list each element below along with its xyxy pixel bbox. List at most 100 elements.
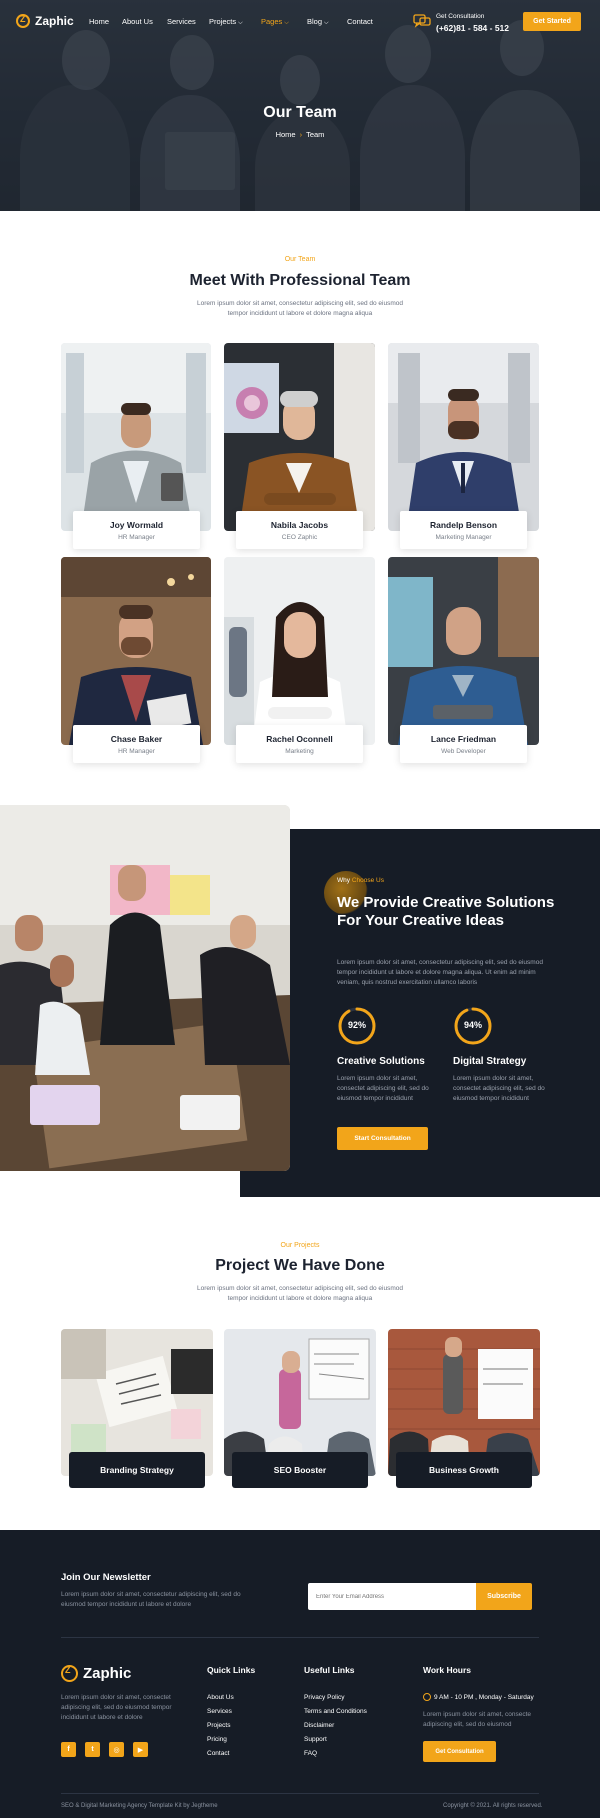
footer-link-support[interactable]: Support bbox=[304, 1736, 327, 1743]
subscribe-button[interactable]: Subscribe bbox=[476, 1583, 532, 1610]
work-hours-title: Work Hours bbox=[423, 1665, 472, 1675]
clock-icon bbox=[423, 1693, 431, 1701]
team-photo-randelp[interactable] bbox=[388, 343, 539, 531]
footer-link-services[interactable]: Services bbox=[207, 1708, 232, 1715]
nav-label: Home bbox=[89, 17, 110, 26]
footer-link-terms[interactable]: Terms and Conditions bbox=[304, 1708, 367, 1715]
eyebrow-a: Why bbox=[337, 877, 350, 884]
newsletter-line: eiusmod tempor incididunt ut labore et d… bbox=[61, 1601, 192, 1608]
footer-copyright: Copyright © 2021. All rights reserved. bbox=[443, 1803, 543, 1809]
team-card-chase: Chase Baker HR Manager bbox=[73, 725, 200, 763]
consult-phone[interactable]: (+62)81 - 584 - 512 bbox=[436, 23, 509, 33]
facebook-icon[interactable]: f bbox=[61, 1742, 76, 1757]
footer-consultation-button[interactable]: Get Consultation bbox=[423, 1741, 496, 1762]
footer-link-contact[interactable]: Contact bbox=[207, 1750, 229, 1757]
about-line: incididunt ut labore et dolore bbox=[61, 1714, 143, 1721]
footer-link-pricing[interactable]: Pricing bbox=[207, 1736, 227, 1743]
eyebrow-b: Choose Us bbox=[351, 877, 384, 884]
brand-logo[interactable]: Zaphic bbox=[16, 14, 74, 28]
quick-links-title: Quick Links bbox=[207, 1665, 256, 1675]
progress-value: 92% bbox=[347, 1020, 366, 1030]
member-role: CEO Zaphic bbox=[281, 534, 318, 541]
footer-link-disclaimer[interactable]: Disclaimer bbox=[304, 1722, 334, 1729]
about-line: adipiscing elit, sed do eiusmod tempor bbox=[61, 1704, 172, 1711]
team-card-joy: Joy Wormald HR Manager bbox=[73, 511, 200, 549]
nav-item-services[interactable]: Services bbox=[167, 17, 196, 26]
team-card-rachel: Rachel Oconnell Marketing bbox=[236, 725, 363, 763]
project-label-branding[interactable]: Branding Strategy bbox=[69, 1452, 205, 1488]
project-label-seo[interactable]: SEO Booster bbox=[232, 1452, 368, 1488]
newsletter-text: Lorem ipsum dolor sit amet, consectetur … bbox=[61, 1590, 261, 1610]
lead-line: Lorem ipsum dolor sit amet, consectetur … bbox=[197, 300, 403, 307]
member-name: Lance Friedman bbox=[430, 734, 497, 744]
about-line: Lorem ipsum dolor sit amet, consectet bbox=[61, 1694, 171, 1701]
team-eyebrow: Our Team bbox=[284, 256, 316, 263]
member-name: Chase Baker bbox=[110, 734, 163, 744]
member-role: Marketing bbox=[285, 748, 314, 755]
instagram-icon[interactable]: ◎ bbox=[109, 1742, 124, 1757]
useful-links-title: Useful Links bbox=[304, 1665, 355, 1675]
footer-divider bbox=[61, 1637, 539, 1638]
footer-link-projects[interactable]: Projects bbox=[207, 1722, 230, 1729]
newsletter-email-input[interactable] bbox=[308, 1583, 476, 1610]
get-started-button[interactable]: Get Started bbox=[523, 12, 581, 31]
work-hours: 9 AM - 10 PM , Monday - Saturday bbox=[434, 1694, 534, 1701]
footer-about: Lorem ipsum dolor sit amet, consectet ad… bbox=[61, 1693, 191, 1723]
twitter-icon[interactable]: t bbox=[85, 1742, 100, 1757]
stat-text: Lorem ipsum dolor sit amet, consectet ad… bbox=[453, 1075, 545, 1102]
work-hours-text: Lorem ipsum dolor sit amet, consecte adi… bbox=[423, 1710, 543, 1730]
nav-item-projects[interactable]: Projects ⌵ bbox=[209, 17, 243, 27]
hours-line: Lorem ipsum dolor sit amet, consecte bbox=[423, 1711, 532, 1718]
footer-link-faq[interactable]: FAQ bbox=[304, 1750, 317, 1757]
projects-title: Project We Have Done bbox=[215, 1257, 385, 1274]
newsletter-line: Lorem ipsum dolor sit amet, consectetur … bbox=[61, 1591, 241, 1598]
page-title: Our Team bbox=[263, 104, 337, 121]
lead-line: tempor incididunt ut labore et dolore ma… bbox=[227, 310, 373, 317]
team-photo-chase[interactable] bbox=[61, 557, 211, 745]
why-eyebrow: Why Choose Us bbox=[337, 877, 384, 884]
team-lead: Lorem ipsum dolor sit amet, consectetur … bbox=[0, 299, 600, 319]
member-name: Nabila Jacobs bbox=[270, 520, 329, 530]
member-role: HR Manager bbox=[118, 748, 155, 755]
breadcrumb-home[interactable]: Home bbox=[276, 130, 296, 139]
nav-label: About Us bbox=[122, 17, 153, 26]
nav-item-contact[interactable]: Contact bbox=[347, 17, 373, 26]
footer-logo[interactable]: Zaphic bbox=[61, 1665, 131, 1682]
logo-icon bbox=[16, 14, 30, 28]
chevron-down-icon: ⌵ bbox=[284, 20, 289, 26]
youtube-icon[interactable]: ▶ bbox=[133, 1742, 148, 1757]
nav-label: Pages bbox=[261, 17, 283, 26]
nav-label: Projects bbox=[209, 17, 237, 26]
project-label-growth[interactable]: Business Growth bbox=[396, 1452, 532, 1488]
footer-link-about[interactable]: About Us bbox=[207, 1694, 234, 1701]
nav-item-pages[interactable]: Pages ⌵ bbox=[261, 17, 289, 27]
progress-value: 94% bbox=[463, 1020, 482, 1030]
member-name: Joy Wormald bbox=[109, 520, 164, 530]
projects-eyebrow: Our Projects bbox=[280, 1242, 320, 1249]
nav-item-blog[interactable]: Blog ⌵ bbox=[307, 17, 329, 27]
chevron-down-icon: ⌵ bbox=[238, 20, 243, 26]
team-title: Meet With Professional Team bbox=[189, 272, 411, 289]
nav-label: Services bbox=[167, 17, 196, 26]
team-photo-lance[interactable] bbox=[388, 557, 539, 745]
stat-title: Digital Strategy bbox=[453, 1056, 527, 1067]
member-role: HR Manager bbox=[118, 534, 155, 541]
chevron-down-icon: ⌵ bbox=[324, 20, 329, 26]
consult-label: Get Consultation bbox=[436, 13, 485, 20]
team-photo-rachel[interactable] bbox=[224, 557, 375, 745]
footer-link-privacy[interactable]: Privacy Policy bbox=[304, 1694, 344, 1701]
hours-line: adipiscing elit, sed do eiusmod bbox=[423, 1721, 512, 1728]
nav-label: Contact bbox=[347, 17, 373, 26]
brand-name: Zaphic bbox=[35, 14, 74, 28]
start-consultation-button[interactable]: Start Consultation bbox=[337, 1127, 428, 1150]
team-card-nabila: Nabila Jacobs CEO Zaphic bbox=[236, 511, 363, 549]
team-photo-joy[interactable] bbox=[61, 343, 211, 531]
nav-item-about[interactable]: About Us bbox=[122, 17, 153, 26]
top-navigation: Zaphic Home About Us Services Projects⌵ … bbox=[0, 0, 600, 44]
projects-lead: Lorem ipsum dolor sit amet, consectetur … bbox=[0, 1284, 600, 1304]
team-photo-nabila[interactable] bbox=[224, 343, 375, 531]
member-role: Web Developer bbox=[441, 748, 486, 755]
member-name: Rachel Oconnell bbox=[266, 734, 333, 744]
nav-item-home[interactable]: Home bbox=[89, 17, 109, 26]
stat-title: Creative Solutions bbox=[337, 1056, 425, 1067]
